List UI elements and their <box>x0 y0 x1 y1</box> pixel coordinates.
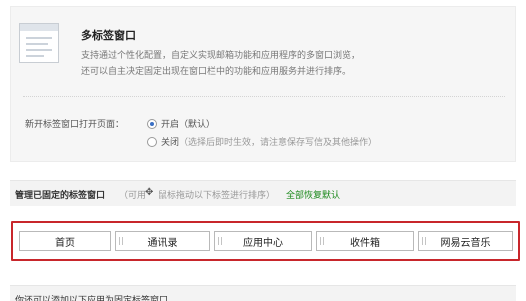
restore-default-link[interactable]: 全部恢复默认 <box>286 188 340 201</box>
pinned-title: 管理已固定的标签窗口 <box>15 191 106 201</box>
pinned-tab-app-center[interactable]: 应用中心 <box>214 231 312 251</box>
pinned-tab-inbox[interactable]: 收件箱 <box>316 231 414 251</box>
add-apps-header: 你还可以添加以下应用为固定标签窗口 <box>10 285 516 301</box>
divider <box>23 96 505 97</box>
section-desc-line2: 还可以自主决定固定出现在窗口栏中的功能和应用服务并进行排序。 <box>81 67 352 77</box>
pinned-tabs-header: 管理已固定的标签窗口 （可用 ✥ 鼠标拖动以下标签进行排序） 全部恢复默认 <box>10 180 516 206</box>
option-off-note: （选择后即时生效，请注意保存写信及其他操作） <box>179 138 378 148</box>
tab-label: 网易云音乐 <box>440 237 491 249</box>
drag-handle-icon[interactable] <box>320 237 324 245</box>
drag-handle-icon[interactable] <box>422 237 426 245</box>
option-on-label: 开启（默认） <box>161 120 216 130</box>
multi-tab-settings-panel: 多标签窗口 支持通过个性化配置，自定义实现邮箱功能和应用程序的多窗口浏览， 还可… <box>10 6 516 162</box>
tab-label: 应用中心 <box>243 237 283 249</box>
section-desc-line1: 支持通过个性化配置，自定义实现邮箱功能和应用程序的多窗口浏览， <box>81 51 361 61</box>
drag-handle-icon[interactable] <box>119 237 123 245</box>
pinned-tab-home[interactable]: 首页 <box>19 231 111 251</box>
add-apps-text: 你还可以添加以下应用为固定标签窗口 <box>15 296 169 301</box>
window-doc-icon <box>19 23 59 63</box>
pinned-hint-suffix: 鼠标拖动以下标签进行排序） <box>158 191 276 201</box>
pinned-tabs-list: 首页 通讯录 应用中心 收件箱 网易云音乐 <box>11 221 520 261</box>
drag-handle-icon[interactable] <box>218 237 222 245</box>
radio-off-icon[interactable] <box>147 136 157 147</box>
move-cursor-icon: ✥ <box>145 187 154 198</box>
option-on[interactable]: 开启（默认） <box>147 117 215 130</box>
option-off-label: 关闭 <box>161 138 180 148</box>
option-off[interactable]: 关闭 （选择后即时生效，请注意保存写信及其他操作） <box>147 135 377 148</box>
pinned-tab-contacts[interactable]: 通讯录 <box>115 231 210 251</box>
pinned-tab-netease-music[interactable]: 网易云音乐 <box>418 231 513 251</box>
new-tab-setting-label: 新开标签窗口打开页面： <box>25 120 125 130</box>
tab-label: 收件箱 <box>350 237 380 249</box>
pinned-hint-prefix: （可用 <box>119 191 147 201</box>
tab-label: 通讯录 <box>147 237 178 249</box>
radio-on-icon[interactable] <box>147 118 157 129</box>
section-title: 多标签窗口 <box>81 29 136 42</box>
tab-label: 首页 <box>55 237 75 249</box>
